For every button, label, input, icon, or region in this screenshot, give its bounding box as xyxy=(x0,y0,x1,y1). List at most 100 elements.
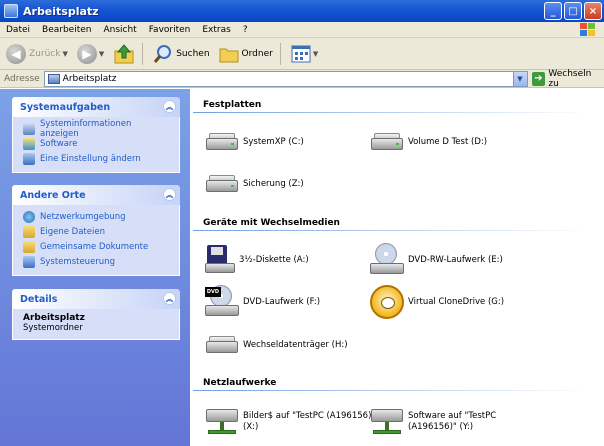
forward-dropdown-icon[interactable]: ▼ xyxy=(99,50,104,58)
collapse-chevron-icon[interactable]: ︽ xyxy=(163,188,176,201)
back-dropdown-icon[interactable]: ▼ xyxy=(62,50,67,58)
menu-favoriten[interactable]: Favoriten xyxy=(143,25,197,35)
hard-disk-icon xyxy=(205,131,239,153)
dvd-drive-icon: DVD xyxy=(205,285,239,319)
system-tasks-body: Systeminformationen anzeigen Software Ei… xyxy=(12,117,180,173)
place-label: Systemsteuerung xyxy=(40,256,115,267)
toolbar: ◀ Zurück ▼ ▶ ▼ Suchen Ordner ▼ xyxy=(0,38,604,70)
hard-disk-icon xyxy=(205,173,239,195)
system-info-icon xyxy=(23,122,35,135)
menu-extras[interactable]: Extras xyxy=(196,25,236,35)
menu-bearbeiten[interactable]: Bearbeiten xyxy=(36,25,97,35)
toolbar-separator xyxy=(142,42,144,65)
drive-label-line2: (A196156)" (Y:) xyxy=(408,422,474,432)
details-panel: Details ︽ Arbeitsplatz Systemordner xyxy=(12,289,180,340)
task-change-setting[interactable]: Eine Einstellung ändern xyxy=(23,151,171,166)
forward-button[interactable]: ▶ ▼ xyxy=(74,41,107,67)
system-tasks-header[interactable]: Systemaufgaben ︽ xyxy=(12,97,180,117)
task-label: Software xyxy=(40,138,78,149)
place-network[interactable]: Netzwerkumgebung xyxy=(23,209,171,224)
drive-label-line1: Software auf "TestPC xyxy=(408,411,497,421)
group-divider xyxy=(193,230,591,231)
task-pane: Systemaufgaben ︽ Systeminformationen anz… xyxy=(0,89,190,446)
drive-d[interactable]: Volume D Test (D:) xyxy=(370,131,487,153)
go-arrow-icon: ➔ xyxy=(531,71,546,86)
place-shared-documents[interactable]: Gemeinsame Dokumente xyxy=(23,239,171,254)
go-button[interactable]: ➔ Wechseln zu xyxy=(531,69,604,89)
minimize-button[interactable]: _ xyxy=(544,2,562,20)
drive-e[interactable]: DVD-RW-Laufwerk (E:) xyxy=(370,243,503,277)
drive-label: 3½-Diskette (A:) xyxy=(239,254,309,265)
drive-label: Wechseldatenträger (H:) xyxy=(243,339,348,350)
place-my-documents[interactable]: Eigene Dateien xyxy=(23,224,171,239)
group-divider xyxy=(193,112,591,113)
menu-datei[interactable]: Datei xyxy=(0,25,36,35)
task-label: Systeminformationen anzeigen xyxy=(40,118,132,139)
address-dropdown-icon[interactable]: ▼ xyxy=(512,71,527,86)
search-button[interactable]: Suchen xyxy=(150,41,212,67)
task-system-info[interactable]: Systeminformationen anzeigen xyxy=(23,118,171,139)
windows-logo-icon xyxy=(580,23,596,37)
views-button[interactable]: ▼ xyxy=(288,41,321,67)
hard-disk-icon xyxy=(370,131,404,153)
control-panel-icon xyxy=(23,255,35,268)
forward-arrow-icon: ▶ xyxy=(76,43,97,64)
details-title: Details xyxy=(20,293,58,305)
back-button[interactable]: ◀ Zurück ▼ xyxy=(3,41,71,67)
drive-label: Virtual CloneDrive (G:) xyxy=(408,296,505,307)
up-folder-button[interactable] xyxy=(110,41,138,67)
drive-label: DVD-RW-Laufwerk (E:) xyxy=(408,254,503,265)
details-header[interactable]: Details ︽ xyxy=(12,289,180,309)
folders-button[interactable]: Ordner xyxy=(216,41,276,67)
address-input[interactable]: Arbeitsplatz ▼ xyxy=(43,70,528,87)
virtual-clonedrive-icon xyxy=(370,285,404,319)
group-divider xyxy=(193,390,591,391)
collapse-chevron-icon[interactable]: ︽ xyxy=(163,292,176,305)
title-bar: Arbeitsplatz _ □ × xyxy=(0,0,604,22)
address-label: Adresse xyxy=(4,73,40,84)
menu-bar: Datei Bearbeiten Ansicht Favoriten Extra… xyxy=(0,22,604,38)
other-places-body: Netzwerkumgebung Eigene Dateien Gemeinsa… xyxy=(12,205,180,276)
address-value: Arbeitsplatz xyxy=(62,73,117,84)
content-area: Festplatten SystemXP (C:) Volume D Test … xyxy=(190,89,604,446)
drive-h[interactable]: Wechseldatenträger (H:) xyxy=(205,334,348,356)
drive-label-line1: Bilder$ auf "TestPC (A196156)" xyxy=(243,411,376,421)
network-drive-icon xyxy=(370,405,404,439)
folders-label: Ordner xyxy=(241,48,273,59)
other-places-title: Andere Orte xyxy=(20,189,86,201)
folder-icon xyxy=(23,225,35,238)
place-control-panel[interactable]: Systemsteuerung xyxy=(23,254,171,269)
drive-z[interactable]: Sicherung (Z:) xyxy=(205,173,304,195)
menu-help[interactable]: ? xyxy=(237,25,254,35)
drive-g[interactable]: Virtual CloneDrive (G:) xyxy=(370,285,504,319)
drive-f[interactable]: DVD DVD-Laufwerk (F:) xyxy=(205,285,320,319)
drive-label: Software auf "TestPC (A196156)" (Y:) xyxy=(408,411,496,433)
system-tasks-title: Systemaufgaben xyxy=(20,101,111,113)
dvd-rw-drive-icon xyxy=(370,243,404,277)
drive-a[interactable]: 3½-Diskette (A:) xyxy=(205,245,309,275)
group-title-network: Netzlaufwerke xyxy=(203,378,277,388)
drive-x[interactable]: Bilder$ auf "TestPC (A196156)" (X:) xyxy=(205,405,375,439)
views-dropdown-icon[interactable]: ▼ xyxy=(313,50,318,58)
network-drive-icon xyxy=(205,405,239,439)
control-panel-icon xyxy=(23,152,35,165)
close-button[interactable]: × xyxy=(584,2,602,20)
up-folder-icon xyxy=(114,43,134,63)
search-label: Suchen xyxy=(176,48,210,59)
place-label: Netzwerkumgebung xyxy=(40,211,126,222)
dvd-badge: DVD xyxy=(205,287,221,297)
drive-label: SystemXP (C:) xyxy=(243,136,304,147)
details-name: Arbeitsplatz xyxy=(23,313,85,323)
toolbar-separator xyxy=(279,42,281,65)
other-places-header[interactable]: Andere Orte ︽ xyxy=(12,185,180,205)
collapse-chevron-icon[interactable]: ︽ xyxy=(163,100,176,113)
menu-ansicht[interactable]: Ansicht xyxy=(97,25,142,35)
software-icon xyxy=(23,137,35,150)
maximize-button[interactable]: □ xyxy=(564,2,582,20)
drive-c[interactable]: SystemXP (C:) xyxy=(205,131,304,153)
other-places-panel: Andere Orte ︽ Netzwerkumgebung Eigene Da… xyxy=(12,185,180,276)
window-title: Arbeitsplatz xyxy=(23,4,99,18)
drive-y[interactable]: Software auf "TestPC (A196156)" (Y:) xyxy=(370,405,496,439)
drive-label: Bilder$ auf "TestPC (A196156)" (X:) xyxy=(243,411,375,433)
folder-icon xyxy=(219,48,239,62)
